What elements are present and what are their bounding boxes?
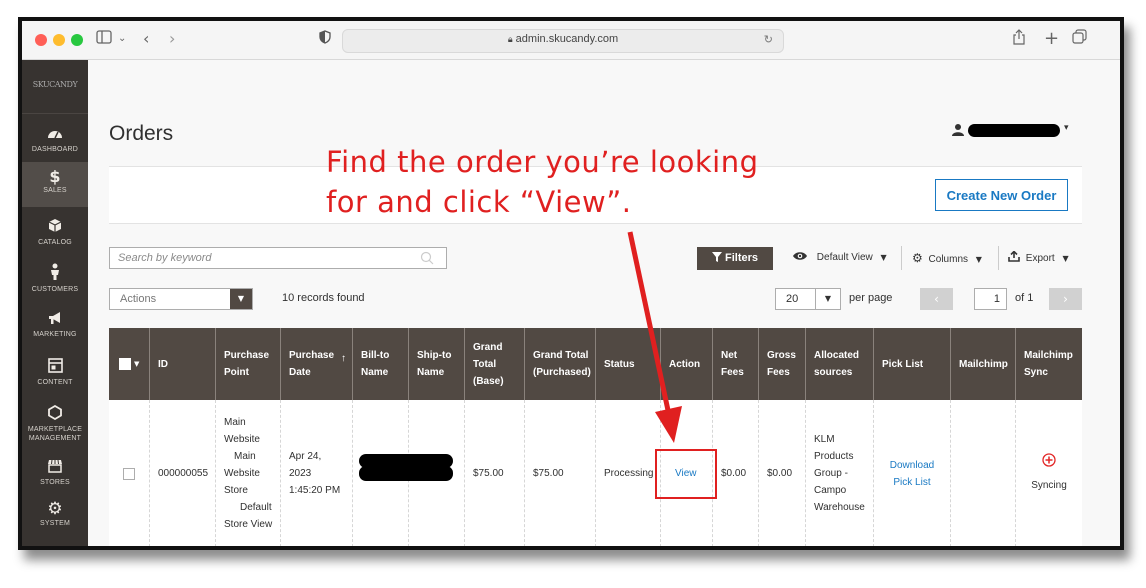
sidebar-item-label: MARKETING [33,331,77,338]
address-bar[interactable]: 🔒︎ admin.skucandy.com ↻ [342,29,784,53]
reload-icon[interactable]: ↻ [764,33,773,46]
sidebar-toggle-icon[interactable] [96,29,112,49]
new-tab-icon[interactable]: + [1044,29,1059,49]
megaphone-icon [22,311,88,329]
main-content: Orders ▾ Create New Order Filters D [88,60,1120,546]
sidebar-item-marketplace-management[interactable]: MARKETPLACE MANAGEMENT [22,404,88,443]
shield-icon[interactable] [319,29,331,49]
zoom-window-button[interactable] [71,34,83,46]
sidebar-item-label: STORES [40,479,70,486]
lock-icon: 🔒︎ [507,34,513,44]
sidebar-item-label: SYSTEM [40,520,70,527]
browser-toolbar: ⌄ ‹ › 🔒︎ admin.skucandy.com ↻ + [22,21,1120,60]
close-window-button[interactable] [35,34,47,46]
sidebar-item-label: DASHBOARD [31,146,79,153]
minimize-window-button[interactable] [53,34,65,46]
forward-icon[interactable]: › [169,29,175,49]
sidebar-item-label: CATALOG [38,239,72,246]
store-icon [22,459,88,477]
back-icon[interactable]: ‹ [143,29,149,49]
tab-overview-icon[interactable] [1072,29,1087,49]
dashboard-icon [22,126,88,144]
sidebar-item-customers[interactable]: CUSTOMERS [22,263,88,294]
sidebar-item-system[interactable]: ⚙ SYSTEM [22,501,88,528]
dollar-icon: $ [49,167,61,186]
logo: SKUCANDY [32,80,78,89]
hexagon-icon [22,404,88,424]
chevron-down-icon[interactable]: ⌄ [118,29,126,49]
sidebar-item-label: MARKETPLACE [27,426,83,433]
screenshot-frame: ⌄ ‹ › 🔒︎ admin.skucandy.com ↻ + SKUCANDY… [18,17,1124,550]
sidebar-item-stores[interactable]: STORES [22,459,88,487]
gear-icon: ⚙ [47,499,63,519]
sidebar-item-label: SALES [43,187,67,194]
sidebar-item-label: CUSTOMERS [31,286,79,293]
url-value: admin.skucandy.com [515,33,619,45]
sidebar-item-label: MANAGEMENT [28,435,82,442]
admin-sidebar: SKUCANDY DASHBOARD $ SALES CATALOG CUSTO… [22,60,88,546]
url-text: 🔒︎ admin.skucandy.com [343,33,783,45]
sidebar-item-label: CONTENT [37,379,73,386]
sidebar-divider [22,113,88,114]
cube-icon [22,218,88,237]
red-arrow-icon [627,231,682,443]
person-icon [22,263,88,284]
sidebar-item-catalog[interactable]: CATALOG [22,218,88,247]
share-icon[interactable] [1012,29,1026,50]
layout-icon [22,358,88,377]
sidebar-item-marketing[interactable]: MARKETING [22,311,88,339]
sidebar-item-sales[interactable]: $ SALES [22,162,88,207]
sidebar-item-dashboard[interactable]: DASHBOARD [22,126,88,154]
sidebar-item-content[interactable]: CONTENT [22,358,88,387]
